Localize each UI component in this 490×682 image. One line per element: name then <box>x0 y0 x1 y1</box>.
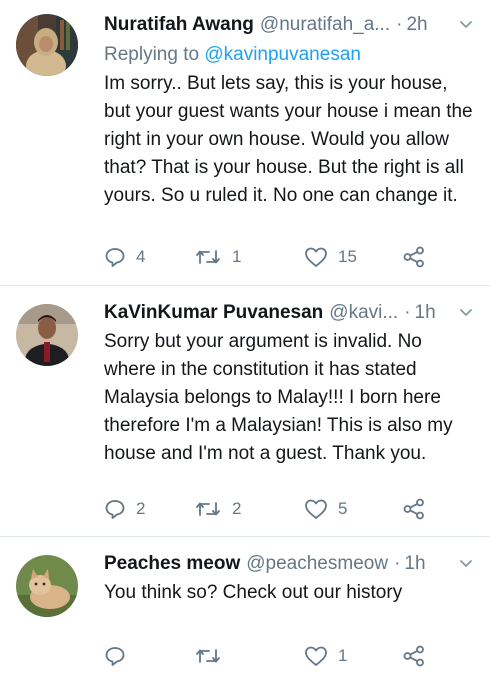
reply-button[interactable] <box>104 645 194 667</box>
reply-icon <box>104 498 126 520</box>
author-name[interactable]: KaVinKumar Puvanesan <box>104 300 323 326</box>
separator-dot: · <box>396 14 403 35</box>
reply-button[interactable]: 2 <box>104 498 194 520</box>
separator-dot: · <box>404 302 411 323</box>
chevron-down-icon[interactable] <box>458 304 474 320</box>
author-handle[interactable]: @nuratifah_a... <box>260 12 390 38</box>
replying-to-label: Replying to <box>104 44 205 65</box>
reply-icon <box>104 645 126 667</box>
author-name[interactable]: Peaches meow <box>104 551 240 577</box>
tweet-text: You think so? Check out our history <box>104 582 403 603</box>
like-button[interactable]: 5 <box>304 498 402 520</box>
like-count: 5 <box>338 499 348 518</box>
share-button[interactable] <box>402 498 426 520</box>
like-count: 1 <box>338 646 348 665</box>
retweet-count: 1 <box>232 247 242 266</box>
retweet-button[interactable] <box>194 645 304 667</box>
retweet-count: 2 <box>232 499 242 518</box>
share-button[interactable] <box>402 246 426 268</box>
retweet-icon <box>194 498 222 520</box>
tweet[interactable]: KaVinKumar Puvanesan @kavi... · 1h Sorry… <box>0 286 490 537</box>
separator-dot: · <box>394 553 401 574</box>
avatar[interactable] <box>16 304 78 366</box>
like-count: 15 <box>338 247 357 266</box>
tweet-text: Sorry but your argument is invalid. No w… <box>104 331 453 464</box>
like-icon <box>304 645 328 667</box>
retweet-button[interactable]: 1 <box>194 246 304 268</box>
reply-icon <box>104 246 126 268</box>
chevron-down-icon[interactable] <box>458 16 474 32</box>
share-icon <box>402 645 426 667</box>
like-button[interactable]: 15 <box>304 246 402 268</box>
timestamp[interactable]: 1h <box>415 300 436 326</box>
mention-link[interactable]: @kavinpuvanesan <box>204 44 361 65</box>
like-button[interactable]: 1 <box>304 645 402 667</box>
author-name[interactable]: Nuratifah Awang <box>104 12 254 38</box>
retweet-icon <box>194 246 222 268</box>
retweet-icon <box>194 645 222 667</box>
share-button[interactable] <box>402 645 426 667</box>
tweet-text: Im sorry.. But lets say, this is your ho… <box>104 73 473 206</box>
share-icon <box>402 246 426 268</box>
timestamp[interactable]: 1h <box>404 551 425 577</box>
avatar[interactable] <box>16 555 78 617</box>
retweet-button[interactable]: 2 <box>194 498 304 520</box>
like-icon <box>304 246 328 268</box>
avatar[interactable] <box>16 14 78 76</box>
author-handle[interactable]: @peachesmeow <box>246 551 388 577</box>
like-icon <box>304 498 328 520</box>
reply-count: 2 <box>136 499 146 518</box>
author-handle[interactable]: @kavi... <box>329 300 398 326</box>
tweet[interactable]: Nuratifah Awang @nuratifah_a... · 2h Rep… <box>0 0 490 286</box>
timestamp[interactable]: 2h <box>406 12 427 38</box>
reply-button[interactable]: 4 <box>104 246 194 268</box>
chevron-down-icon[interactable] <box>458 555 474 571</box>
replying-to: Replying to @kavinpuvanesan <box>104 42 474 68</box>
share-icon <box>402 498 426 520</box>
reply-count: 4 <box>136 247 146 266</box>
tweet[interactable]: Peaches meow @peachesmeow · 1h You think… <box>0 537 490 682</box>
